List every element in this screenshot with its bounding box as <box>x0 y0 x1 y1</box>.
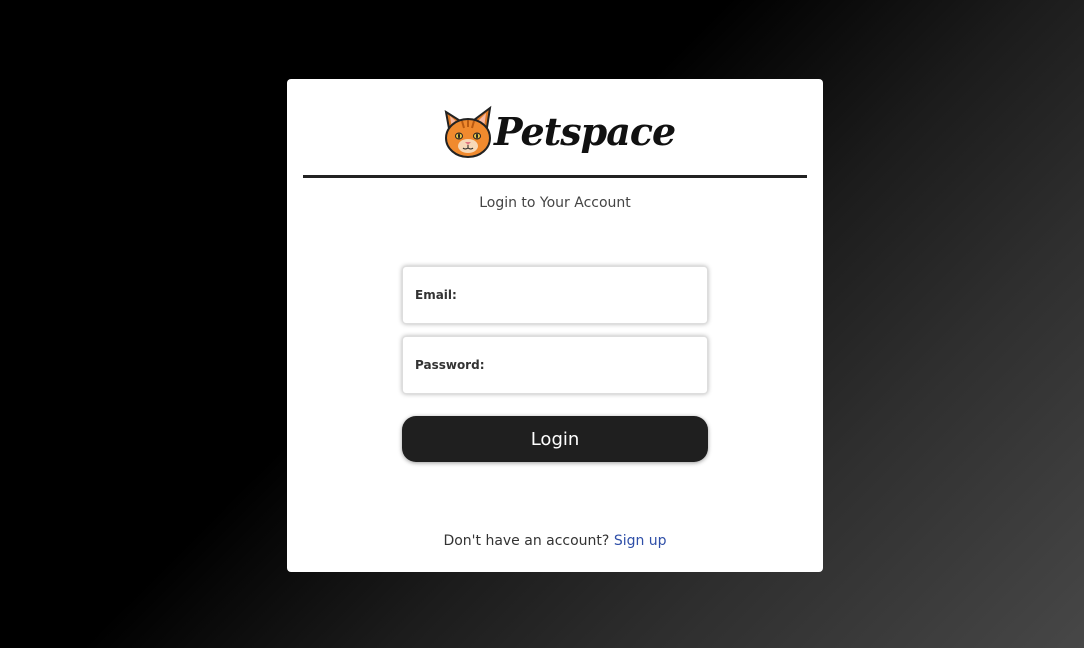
logo: Petspace <box>442 101 676 163</box>
password-input[interactable] <box>484 337 707 393</box>
email-label: Email: <box>415 288 457 302</box>
login-button[interactable]: Login <box>402 416 708 462</box>
login-subtitle: Login to Your Account <box>479 195 631 211</box>
cat-face-icon <box>442 104 494 160</box>
password-label: Password: <box>415 358 485 372</box>
email-field[interactable]: Email: <box>402 266 708 324</box>
login-card: Petspace Login to Your Account Email: Pa… <box>287 79 823 572</box>
signup-prompt: Don't have an account? <box>443 533 610 549</box>
header-divider <box>303 175 807 178</box>
signup-row: Don't have an account? Sign up <box>287 533 823 549</box>
brand-name: Petspace <box>494 109 676 154</box>
password-field[interactable]: Password: <box>402 336 708 394</box>
email-input[interactable] <box>456 267 707 323</box>
signup-link[interactable]: Sign up <box>614 533 667 549</box>
